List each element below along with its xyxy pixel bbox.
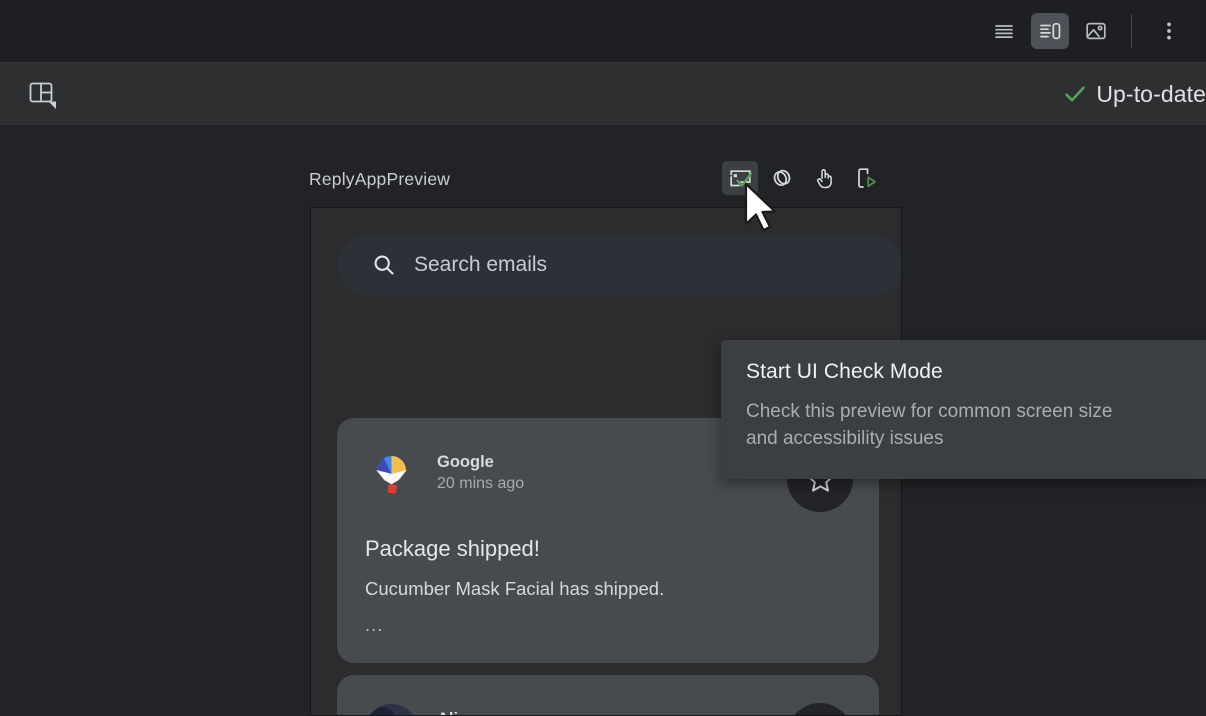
ui-check-icon <box>729 169 752 187</box>
top-toolbar <box>0 0 1206 62</box>
view-mode-split-button[interactable] <box>1031 13 1069 49</box>
email-card-header: Google 20 mins ago <box>365 447 524 500</box>
run-on-device-button[interactable] <box>848 161 884 195</box>
status-indicator: Up-to-date <box>1063 81 1206 108</box>
email-card[interactable]: Ali 40 mins ago <box>337 675 879 715</box>
sender-name: Ali <box>437 709 524 715</box>
pointing-hand-icon <box>816 169 832 189</box>
search-placeholder: Search emails <box>414 253 548 276</box>
tooltip-title: Start UI Check Mode <box>746 360 943 383</box>
ui-check-mode-button[interactable] <box>722 161 758 195</box>
animation-layers-icon <box>773 169 791 187</box>
email-subject: Package shipped! <box>365 536 540 561</box>
view-mode-list-button[interactable] <box>985 13 1023 49</box>
photo-portrait-icon <box>365 704 418 715</box>
search-icon <box>374 255 394 275</box>
search-input[interactable]: Search emails <box>338 234 901 296</box>
device-run-icon <box>858 168 876 188</box>
more-options-button[interactable] <box>1150 13 1188 49</box>
tooltip-description: Check this preview for common screen siz… <box>746 401 1113 450</box>
star-button[interactable] <box>787 703 853 715</box>
hamburger-list-icon <box>995 25 1013 38</box>
parachute-logo-icon <box>376 456 407 494</box>
check-icon <box>1065 86 1086 102</box>
interactive-mode-button[interactable] <box>806 161 842 195</box>
sender-info: Google 20 mins ago <box>437 452 524 495</box>
avatar <box>365 704 418 715</box>
preview-action-toolbar <box>722 161 884 195</box>
email-truncation-ellipsis: ... <box>365 614 384 635</box>
split-layout-dropdown-icon <box>29 82 56 109</box>
email-body-preview: Cucumber Mask Facial has shipped. <box>365 578 665 599</box>
image-preview-icon <box>1086 22 1106 40</box>
status-label: Up-to-date <box>1096 80 1206 107</box>
preview-status-bar: Up-to-date <box>0 62 1206 125</box>
tooltip: Start UI Check Mode Check this preview f… <box>721 340 1206 479</box>
sender-name: Google <box>437 452 494 471</box>
view-mode-image-button[interactable] <box>1077 13 1115 49</box>
avatar <box>365 447 418 500</box>
more-options-icon <box>1167 22 1171 40</box>
sender-time: 20 mins ago <box>437 475 525 493</box>
sender-info: Ali 40 mins ago <box>437 709 524 715</box>
layout-mode-button[interactable] <box>20 74 64 114</box>
preview-title: ReplyAppPreview <box>309 169 451 189</box>
toolbar-divider <box>1131 14 1132 48</box>
preview-surface: ReplyAppPreview Search emails Google 20 … <box>0 125 1206 716</box>
animations-preview-button[interactable] <box>764 161 800 195</box>
email-card-header: Ali 40 mins ago <box>365 704 524 715</box>
split-view-icon <box>1040 22 1061 40</box>
